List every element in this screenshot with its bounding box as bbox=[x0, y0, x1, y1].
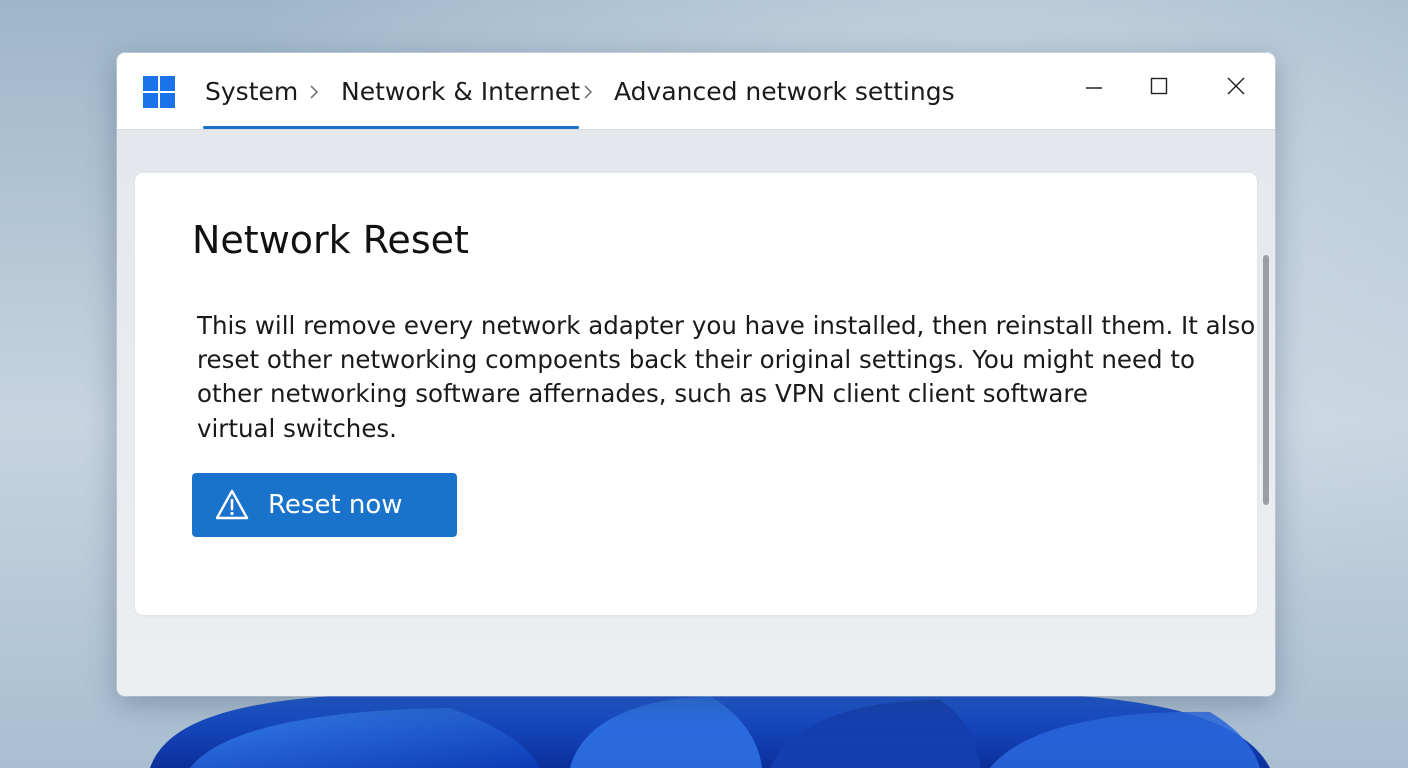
network-reset-card: Network Reset This will remove every net… bbox=[135, 173, 1257, 615]
breadcrumb-network-internet[interactable]: Network & Internet bbox=[341, 75, 580, 109]
content-area: Network Reset This will remove every net… bbox=[117, 130, 1275, 696]
scrollbar-thumb[interactable] bbox=[1263, 255, 1269, 505]
close-icon bbox=[1227, 77, 1245, 95]
minimize-icon bbox=[1086, 87, 1102, 89]
title-bar: System Network & Internet Advanced netwo… bbox=[117, 53, 1275, 130]
maximize-button[interactable] bbox=[1132, 63, 1186, 109]
description-line: virtual switches. bbox=[197, 414, 397, 443]
card-title: Network Reset bbox=[192, 218, 469, 262]
minimize-button[interactable] bbox=[1067, 63, 1121, 109]
reset-now-button[interactable]: Reset now bbox=[192, 473, 457, 537]
chevron-right-icon bbox=[584, 85, 593, 99]
maximize-icon bbox=[1150, 77, 1168, 95]
description-line: reset other networking compoents back th… bbox=[197, 345, 1195, 374]
breadcrumb-advanced-network-settings: Advanced network settings bbox=[614, 77, 955, 106]
chevron-right-icon bbox=[310, 85, 319, 99]
description-line: This will remove every network adapter y… bbox=[197, 311, 1256, 340]
windows-logo-icon bbox=[143, 76, 175, 108]
close-button[interactable] bbox=[1209, 63, 1263, 109]
description-line: other networking software affernades, su… bbox=[197, 379, 1089, 408]
reset-now-label: Reset now bbox=[268, 490, 403, 520]
warning-icon bbox=[215, 489, 249, 520]
active-tab-indicator bbox=[203, 126, 579, 129]
settings-window: System Network & Internet Advanced netwo… bbox=[117, 53, 1275, 696]
breadcrumb-system[interactable]: System bbox=[205, 75, 298, 109]
